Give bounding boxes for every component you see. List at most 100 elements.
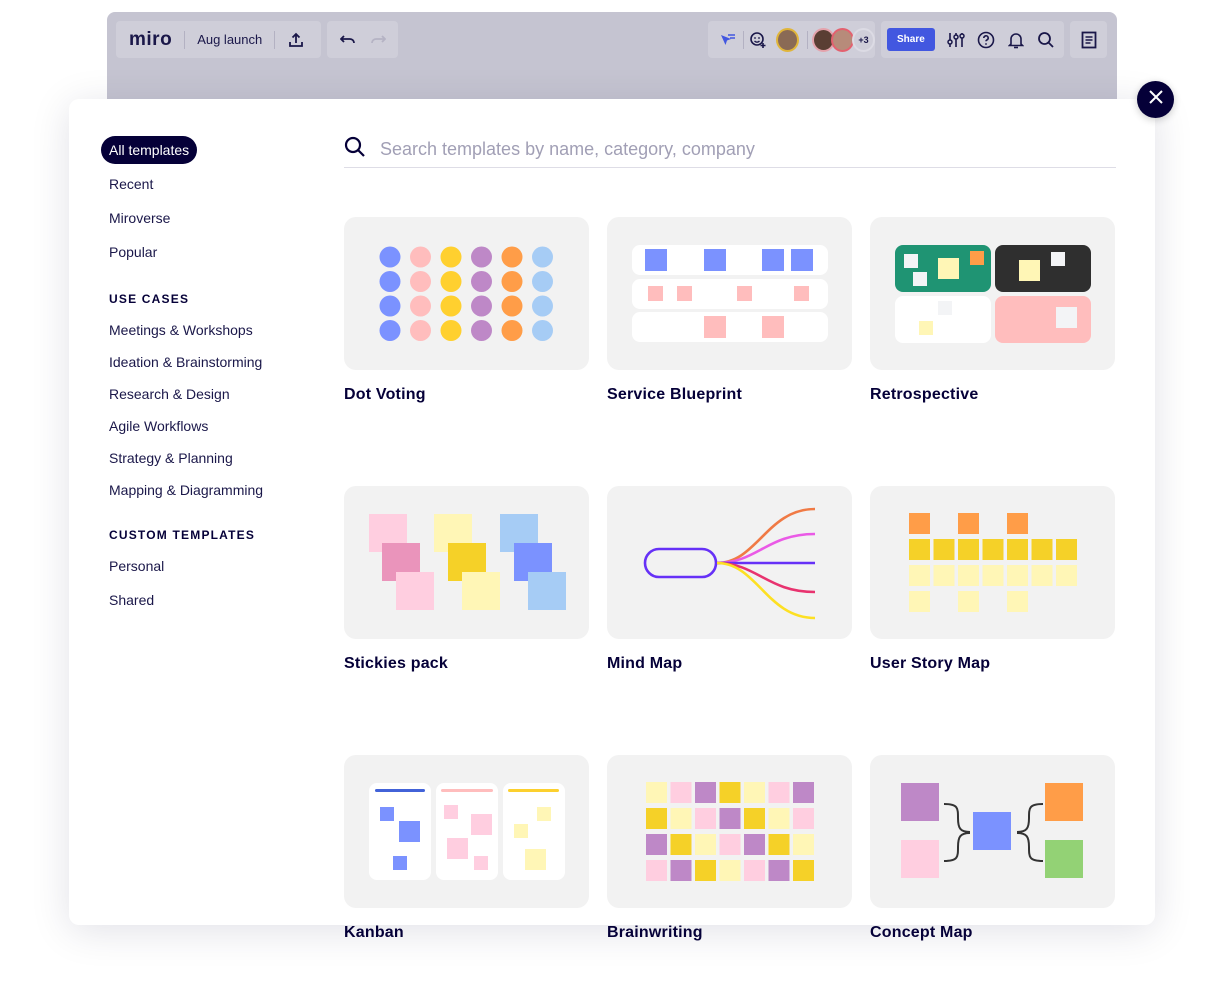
brainwriting-preview [646, 782, 814, 881]
template-card-user-story-map[interactable]: User Story Map [870, 486, 1115, 673]
undo-redo-group [327, 21, 398, 58]
vote-dot [379, 246, 401, 268]
template-title: User Story Map [870, 655, 991, 672]
sidebar-item-agile-workflows[interactable]: Agile Workflows [101, 412, 301, 444]
sidebar-item-personal[interactable]: Personal [101, 552, 301, 586]
sticky-note [933, 565, 955, 586]
sticky-note [982, 539, 1004, 560]
close-modal-button[interactable] [1137, 81, 1174, 118]
vote-dot [532, 246, 553, 268]
sticky-note [1007, 539, 1028, 560]
sticky-note [695, 808, 716, 829]
redo-icon[interactable] [363, 25, 393, 55]
undo-icon[interactable] [333, 25, 363, 55]
template-title: Brainwriting [607, 924, 703, 941]
vote-dot [410, 271, 431, 292]
retrospective-preview [895, 245, 1091, 343]
template-card-retrospective[interactable]: Retrospective [870, 217, 1115, 404]
sidebar-item-recent[interactable]: Recent [101, 170, 301, 204]
sticky-note [646, 834, 667, 855]
board-name[interactable]: Aug launch [185, 32, 274, 47]
divider [807, 30, 808, 49]
sticky-note [719, 808, 741, 829]
template-card-concept-map[interactable]: Concept Map [870, 755, 1115, 942]
vote-dot [532, 271, 553, 292]
search-input[interactable] [380, 139, 1080, 160]
add-emoji-icon[interactable] [743, 25, 772, 55]
templates-modal: All templates Recent Miroverse Popular U… [69, 99, 1155, 941]
template-title: Stickies pack [344, 655, 448, 672]
sticky-note [744, 808, 765, 829]
sticky-note [719, 782, 741, 803]
sticky-note [909, 539, 930, 560]
sticky-note [768, 808, 790, 829]
use-cases-heading: USE CASES [109, 292, 190, 306]
sticky-note [768, 834, 790, 855]
sidebar-item-mapping-diagramming[interactable]: Mapping & Diagramming [101, 476, 301, 508]
sidebar-item-meetings-workshops[interactable]: Meetings & Workshops [101, 316, 301, 348]
template-card-brainwriting[interactable]: Brainwriting [607, 755, 852, 942]
custom-templates-heading: CUSTOM TEMPLATES [109, 528, 256, 542]
vote-dot [471, 271, 492, 292]
template-card-service-blueprint[interactable]: Service Blueprint [607, 217, 852, 404]
notes-group [1070, 21, 1107, 58]
sidebar-item-miroverse[interactable]: Miroverse [101, 204, 301, 238]
template-card-kanban[interactable]: Kanban [344, 755, 589, 942]
template-card-stickies-pack[interactable]: Stickies pack [344, 486, 589, 673]
vote-dot [440, 271, 462, 292]
collaboration-group: +3 [708, 21, 875, 58]
vote-dot [471, 246, 492, 268]
sticky-note [646, 860, 667, 881]
upload-icon[interactable] [281, 25, 311, 55]
reactions-cursor-icon[interactable] [714, 25, 743, 55]
vote-dot [440, 320, 462, 341]
template-thumbnail [870, 486, 1115, 639]
share-button[interactable]: Share [887, 28, 935, 51]
sticky-note [670, 808, 692, 829]
search-icon[interactable] [1031, 25, 1061, 55]
vote-dot [501, 271, 523, 292]
vote-dot [440, 246, 462, 268]
sticky-note [695, 782, 716, 803]
avatar-collaborator-1[interactable] [775, 27, 799, 52]
vote-dot [532, 320, 553, 341]
bell-icon[interactable] [1001, 25, 1031, 55]
sidebar-item-all-templates[interactable]: All templates [101, 136, 198, 164]
user-story-map-preview [909, 513, 1077, 612]
stickies-pack-preview [369, 514, 566, 610]
help-icon[interactable] [971, 25, 1001, 55]
template-search [344, 132, 1116, 168]
more-collaborators-badge[interactable]: +3 [851, 27, 875, 52]
sticky-note [670, 834, 692, 855]
sidebar-item-shared[interactable]: Shared [101, 586, 301, 620]
sticky-note [1031, 539, 1053, 560]
template-thumbnail [870, 755, 1115, 908]
template-card-dot-voting[interactable]: Dot Voting [344, 217, 589, 404]
avatar-collaborator-3[interactable] [830, 27, 854, 52]
template-thumbnail [607, 486, 852, 639]
notes-icon[interactable] [1074, 25, 1104, 55]
miro-logo[interactable]: miro [116, 29, 184, 51]
sticky-note [719, 834, 741, 855]
template-thumbnail [607, 217, 852, 370]
sticky-note [793, 834, 814, 855]
divider [274, 30, 276, 49]
sidebar-item-popular[interactable]: Popular [101, 238, 301, 272]
service-blueprint-preview [632, 245, 828, 342]
sticky-note [670, 782, 692, 803]
sticky-note [958, 513, 979, 534]
sticky-note [768, 782, 790, 803]
template-thumbnail [344, 486, 589, 639]
sidebar-item-ideation-brainstorming[interactable]: Ideation & Brainstorming [101, 348, 301, 380]
sidebar-item-strategy-planning[interactable]: Strategy & Planning [101, 444, 301, 476]
vote-dot [532, 295, 553, 317]
templates-sidebar: All templates Recent Miroverse Popular U… [101, 136, 301, 620]
sticky-note [744, 834, 765, 855]
sticky-note [909, 591, 930, 612]
template-card-mind-map[interactable]: Mind Map [607, 486, 852, 673]
settings-sliders-icon[interactable] [941, 25, 971, 55]
sidebar-item-research-design[interactable]: Research & Design [101, 380, 301, 412]
vote-dot [379, 320, 401, 341]
sticky-note [958, 591, 979, 612]
vote-dot [410, 295, 431, 317]
